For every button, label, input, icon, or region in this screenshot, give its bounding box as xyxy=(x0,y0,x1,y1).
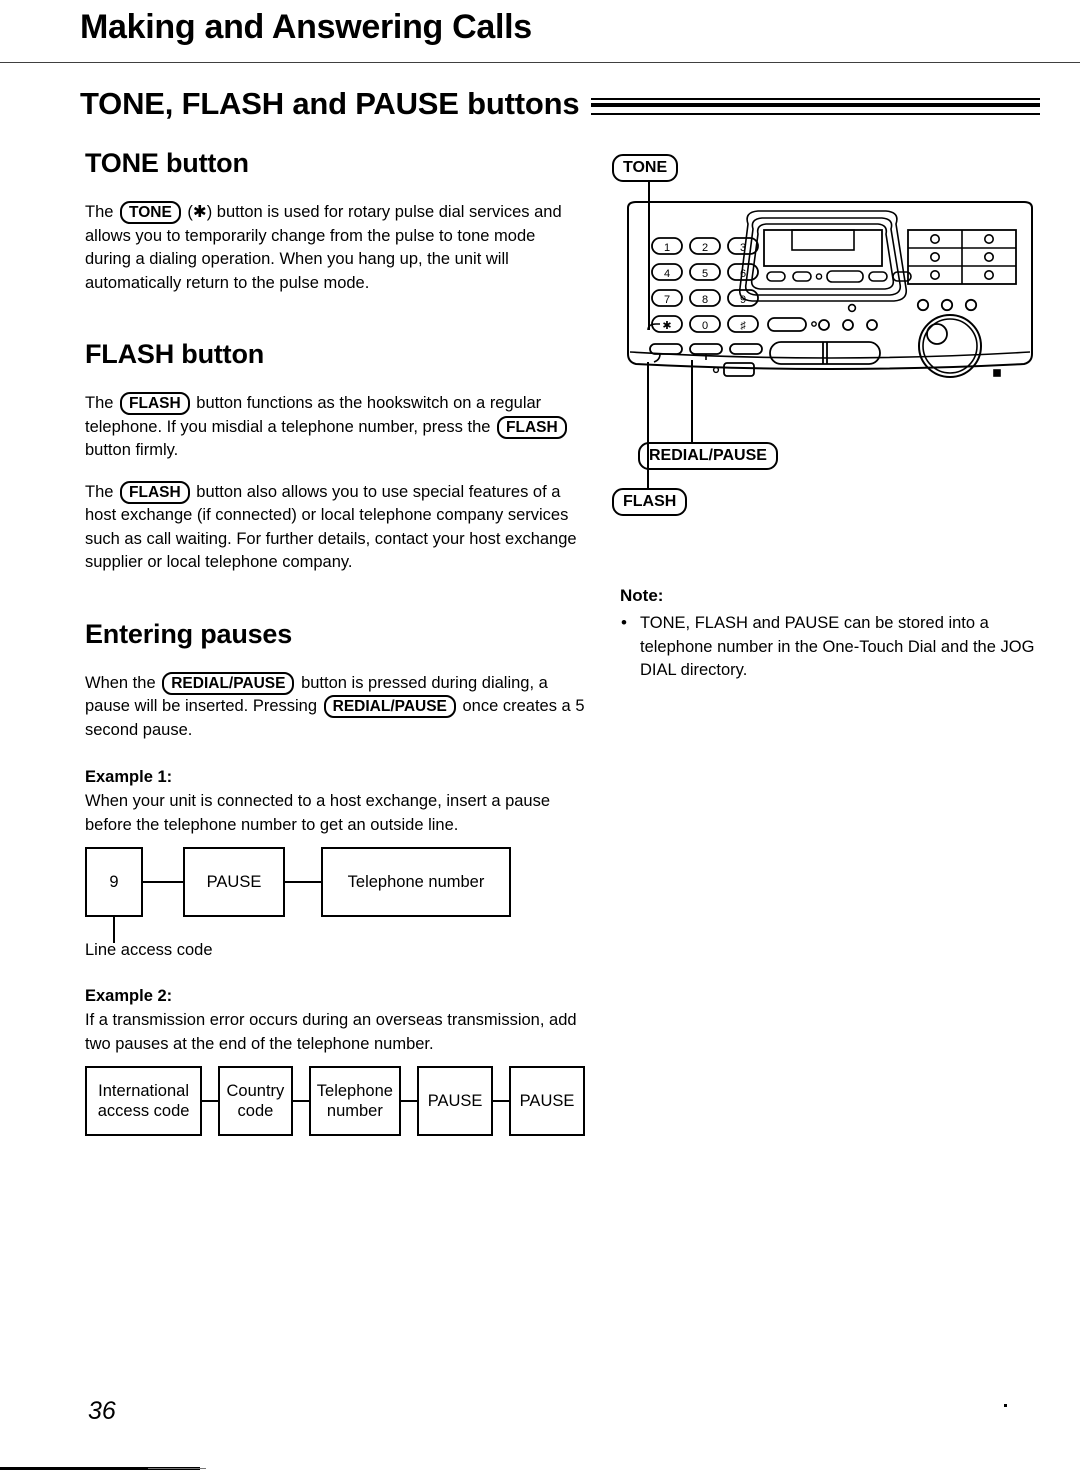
diagram-box: PAUSE xyxy=(509,1066,585,1136)
diagram-box: PAUSE xyxy=(183,847,285,917)
diagram-connector xyxy=(202,1100,219,1102)
scan-artifact-dot xyxy=(1004,1404,1007,1407)
diagram-connector xyxy=(292,1100,309,1102)
tone-paragraph: The TONE (✱) button is used for rotary p… xyxy=(85,201,585,295)
device-illustration: TONE REDIAL/PAUSE FLASH 1 2 3 4 5 6 7 8 … xyxy=(612,148,1040,548)
svg-text:6: 6 xyxy=(740,268,746,280)
chapter-title: Making and Answering Calls xyxy=(80,8,532,46)
pauses-lead: When the xyxy=(85,673,156,692)
flash-paragraph-2: The FLASH button also allows you to use … xyxy=(85,480,585,575)
note-list: TONE, FLASH and PAUSE can be stored into… xyxy=(620,611,1040,683)
annotation-label: Line access code xyxy=(85,941,213,959)
svg-text:7: 7 xyxy=(664,294,670,306)
svg-text:✱: ✱ xyxy=(662,320,671,332)
svg-text:1: 1 xyxy=(664,242,670,254)
diagram-box: 9 xyxy=(85,847,143,917)
example-2-diagram: International access code Country code T… xyxy=(85,1066,585,1136)
flash-p2-lead: The xyxy=(85,482,114,501)
fax-machine-artwork: 1 2 3 4 5 6 7 8 9 ✱ 0 ♯ xyxy=(627,201,1033,378)
annotation-leader-line xyxy=(113,917,115,943)
diagram-connector xyxy=(285,881,321,883)
flash-key-inline-2: FLASH xyxy=(497,415,567,439)
entering-pauses-heading: Entering pauses xyxy=(85,618,293,649)
svg-text:9: 9 xyxy=(740,294,746,306)
diagram-box: PAUSE xyxy=(417,1066,494,1136)
diagram-connector xyxy=(493,1100,510,1102)
example-2-block: Example 2: If a transmission error occur… xyxy=(85,987,585,1136)
tone-button-heading: TONE button xyxy=(85,148,249,178)
left-column: TONE button The TONE (✱) button is used … xyxy=(85,148,585,1136)
diagram-connector xyxy=(143,881,183,883)
note-block: Note: TONE, FLASH and PAUSE can be store… xyxy=(620,586,1040,683)
svg-text:4: 4 xyxy=(664,268,670,280)
example-1-block: Example 1: When your unit is connected t… xyxy=(85,768,585,969)
example-1-diagram: 9 PAUSE Telephone number xyxy=(85,847,585,917)
example-1-annotation: Line access code xyxy=(85,917,585,969)
example-2-label: Example 2: xyxy=(85,987,173,1005)
section-title: TONE, FLASH and PAUSE buttons xyxy=(80,86,580,121)
right-column: TONE REDIAL/PAUSE FLASH 1 2 3 4 5 6 7 8 … xyxy=(612,148,1040,683)
svg-text:2: 2 xyxy=(702,242,708,254)
callout-flash: FLASH xyxy=(612,488,688,516)
flash-paragraph-1: The FLASH button functions as the hooksw… xyxy=(85,392,585,463)
entering-pauses-paragraph: When the REDIAL/PAUSE button is pressed … xyxy=(85,671,585,743)
svg-text:3: 3 xyxy=(740,242,746,254)
svg-text:8: 8 xyxy=(702,294,708,306)
diagram-box: Telephone number xyxy=(321,847,511,917)
section-title-block: TONE, FLASH and PAUSE buttons xyxy=(80,86,1040,122)
tone-key-inline: TONE xyxy=(120,201,181,224)
section-title-rule xyxy=(591,97,1040,115)
redial-pause-key-inline-1: REDIAL/PAUSE xyxy=(162,671,295,695)
flash-p1-lead: The xyxy=(85,394,114,412)
page-number: 36 xyxy=(88,1397,116,1425)
diagram-box: Country code xyxy=(218,1066,293,1136)
svg-text:0: 0 xyxy=(702,320,708,332)
manual-page: Making and Answering Calls TONE, FLASH a… xyxy=(0,0,1080,1477)
svg-text:♯: ♯ xyxy=(740,320,746,332)
redial-pause-key-inline-2: REDIAL/PAUSE xyxy=(323,695,456,718)
tone-para-lead: The xyxy=(85,203,114,221)
diagram-box: Telephone number xyxy=(308,1066,402,1136)
scan-artifact-line-faint xyxy=(148,1468,206,1469)
example-1-text: When your unit is connected to a host ex… xyxy=(85,792,551,834)
flash-button-heading: FLASH button xyxy=(85,339,265,369)
note-item: TONE, FLASH and PAUSE can be stored into… xyxy=(620,611,1040,683)
flash-key-inline-1: FLASH xyxy=(120,392,190,415)
diagram-connector xyxy=(401,1100,418,1102)
flash-key-inline-3: FLASH xyxy=(120,480,190,504)
header-divider xyxy=(0,62,1080,63)
svg-text:5: 5 xyxy=(702,268,708,280)
example-1-label: Example 1: xyxy=(85,768,173,786)
note-title: Note: xyxy=(620,586,664,605)
flash-p1-end: button firmly. xyxy=(85,441,179,459)
example-2-text: If a transmission error occurs during an… xyxy=(85,1011,577,1053)
diagram-box: International access code xyxy=(85,1066,203,1136)
